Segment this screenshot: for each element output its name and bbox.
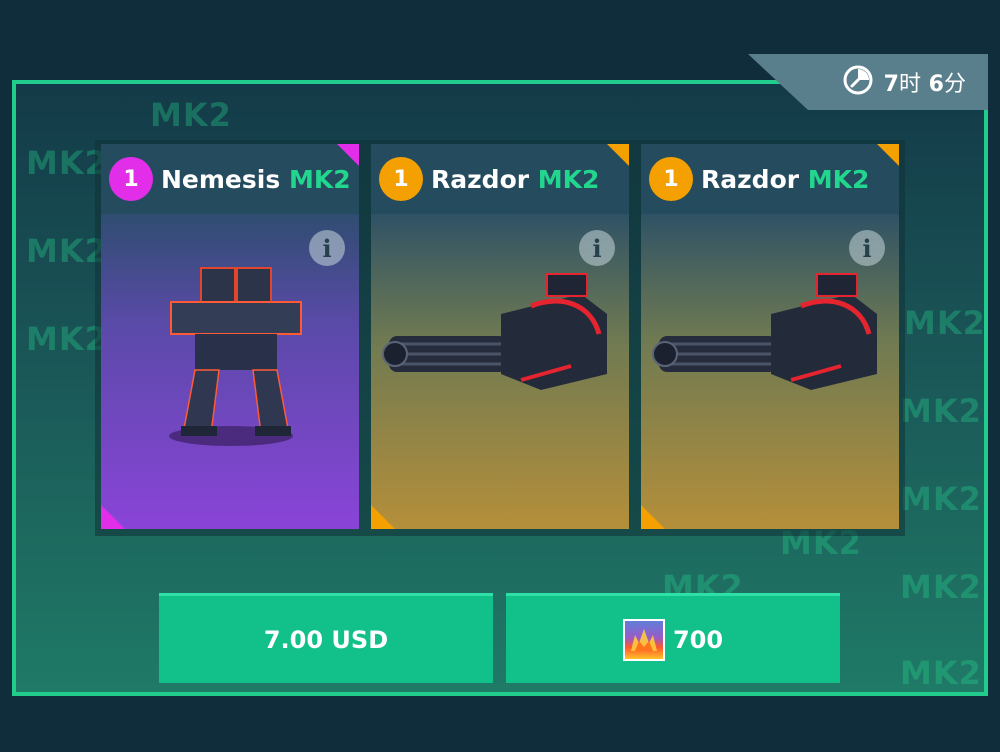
item-card-nemesis[interactable]: 1 Nemesis MK2 i: [101, 144, 359, 529]
item-card-razdor[interactable]: 1 Razdor MK2 i: [371, 144, 629, 529]
mk2-watermark: MK2: [900, 654, 982, 692]
quantity-badge: 1: [649, 157, 693, 201]
card-title: Nemesis MK2: [161, 164, 351, 194]
clock-icon: [842, 64, 874, 100]
platinum-amount: 700: [672, 625, 724, 654]
robot-image: [169, 267, 302, 446]
mk2-watermark: MK2: [150, 96, 232, 134]
minigun-image: [652, 273, 877, 390]
buy-usd-button[interactable]: 7.00 USD: [159, 593, 493, 683]
mk2-watermark: MK2: [900, 568, 982, 606]
card-header: 1 Nemesis MK2: [101, 144, 359, 214]
mk2-watermark: MK2: [900, 392, 982, 430]
quantity-badge: 1: [379, 157, 423, 201]
minigun-image: [382, 273, 607, 390]
card-title: Razdor MK2: [701, 164, 870, 194]
platinum-icon: [622, 618, 665, 661]
card-header: 1 Razdor MK2: [641, 144, 899, 214]
mk2-watermark: MK2: [904, 304, 986, 342]
card-title: Razdor MK2: [431, 164, 600, 194]
item-card-razdor[interactable]: 1 Razdor MK2 i: [641, 144, 899, 529]
card-header: 1 Razdor MK2: [371, 144, 629, 214]
quantity-badge: 1: [109, 157, 153, 201]
mk2-watermark: MK2: [900, 480, 982, 518]
timer-text: 7时 6分: [883, 72, 966, 97]
buy-platinum-button[interactable]: 700: [506, 593, 840, 683]
usd-price-label: 7.00 USD: [263, 625, 389, 654]
